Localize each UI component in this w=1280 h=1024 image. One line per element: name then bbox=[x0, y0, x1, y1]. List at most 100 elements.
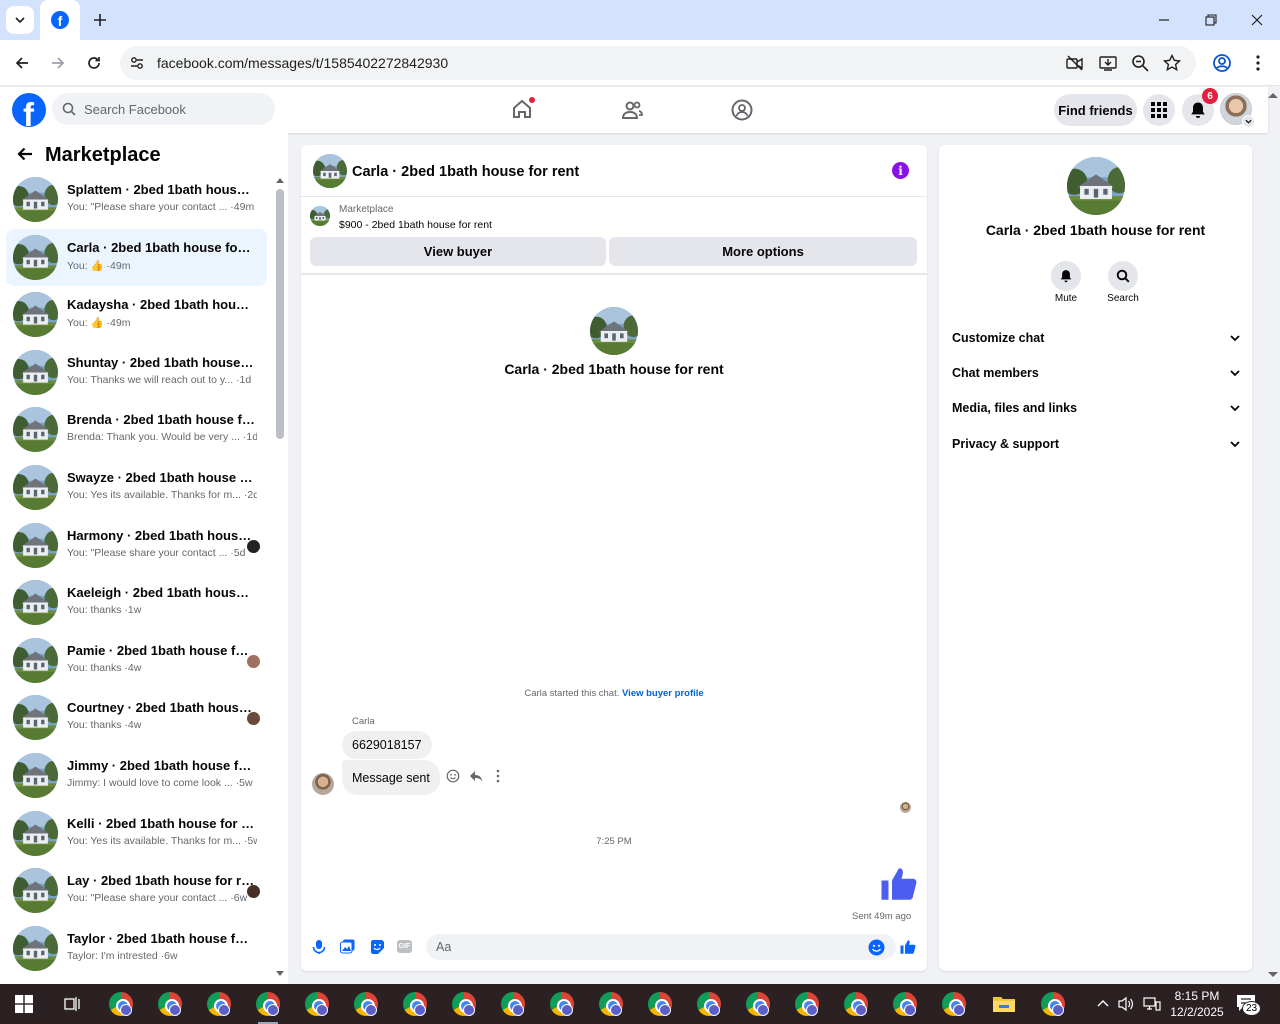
tab-facebook[interactable]: f bbox=[40, 0, 80, 40]
volume-icon[interactable] bbox=[1118, 996, 1134, 1012]
start-button[interactable] bbox=[4, 988, 44, 1020]
reply-icon[interactable] bbox=[469, 769, 483, 783]
minimize-button[interactable] bbox=[1150, 6, 1178, 34]
tab-search-button[interactable] bbox=[6, 6, 34, 34]
section-privacy-support[interactable]: Privacy & support bbox=[952, 437, 1240, 451]
taskbar-chrome-window[interactable] bbox=[297, 988, 337, 1020]
sender-avatar[interactable] bbox=[312, 773, 334, 795]
react-emoji-icon[interactable] bbox=[446, 769, 460, 783]
forward-button[interactable] bbox=[44, 49, 72, 77]
back-button[interactable] bbox=[8, 49, 36, 77]
view-buyer-profile-link[interactable]: View buyer profile bbox=[622, 688, 704, 699]
task-view-button[interactable] bbox=[52, 988, 92, 1020]
conversation-item[interactable]: Shuntay · 2bed 1bath house for rent You: … bbox=[6, 344, 267, 401]
message-input[interactable]: Aa bbox=[426, 934, 896, 960]
conversation-info-icon[interactable]: i bbox=[892, 162, 909, 179]
nav-friends[interactable] bbox=[620, 98, 644, 122]
account-avatar[interactable] bbox=[1220, 93, 1255, 128]
taskbar-chrome-window[interactable] bbox=[738, 988, 778, 1020]
more-vertical-icon[interactable] bbox=[496, 769, 500, 783]
more-options-button[interactable]: More options bbox=[609, 237, 917, 266]
taskbar-chrome-window[interactable] bbox=[444, 988, 484, 1020]
conversation-item[interactable]: Pamie · 2bed 1bath house for rent You: th… bbox=[6, 632, 267, 689]
notifications-button[interactable]: 6 bbox=[1182, 88, 1218, 126]
notification-center-button[interactable]: 23 bbox=[1236, 994, 1261, 1016]
conversation-item[interactable]: Swayze · 2bed 1bath house for rent You: Y… bbox=[6, 459, 267, 516]
taskbar-chrome-window[interactable] bbox=[885, 988, 925, 1020]
page-scroll-up-icon[interactable] bbox=[1268, 92, 1278, 98]
new-tab-button[interactable] bbox=[86, 6, 114, 34]
clock[interactable]: 8:15 PM 12/2/2025 bbox=[1170, 988, 1224, 1020]
section-chat-members[interactable]: Chat members bbox=[952, 366, 1240, 380]
find-friends-button[interactable]: Find friends bbox=[1054, 94, 1137, 126]
listing-description[interactable]: $900 - 2bed 1bath house for rent bbox=[339, 219, 492, 231]
browser-menu-button[interactable] bbox=[1244, 49, 1272, 77]
facebook-search-input[interactable]: Search Facebook bbox=[52, 93, 275, 125]
gif-icon[interactable]: GIF bbox=[397, 940, 412, 953]
taskbar-chrome-window[interactable] bbox=[199, 988, 239, 1020]
conversation-item[interactable]: Jimmy · 2bed 1bath house for rent Jimmy: … bbox=[6, 747, 267, 804]
taskbar-chrome-window[interactable] bbox=[689, 988, 729, 1020]
taskbar-chrome-window[interactable] bbox=[836, 988, 876, 1020]
conversation-item[interactable]: Carla · 2bed 1bath house for rent You: 👍 … bbox=[6, 228, 267, 286]
conversation-item[interactable]: Harmony · 2bed 1bath house for rent You: … bbox=[6, 517, 267, 574]
message-bubble[interactable]: Message sent bbox=[342, 760, 440, 795]
microphone-icon[interactable] bbox=[312, 939, 326, 955]
taskbar-chrome-window[interactable] bbox=[101, 988, 141, 1020]
taskbar-chrome-window[interactable] bbox=[493, 988, 533, 1020]
taskbar-chrome-window[interactable] bbox=[150, 988, 190, 1020]
url-text[interactable]: facebook.com/messages/t/1585402272842930 bbox=[157, 55, 448, 71]
chevron-up-icon[interactable] bbox=[1097, 999, 1109, 1007]
sticker-icon[interactable] bbox=[369, 939, 385, 955]
facebook-logo-icon[interactable]: f bbox=[12, 93, 46, 127]
close-window-button[interactable] bbox=[1243, 6, 1271, 34]
taskbar-chrome-window[interactable] bbox=[934, 988, 974, 1020]
install-app-icon[interactable] bbox=[1099, 54, 1117, 72]
bookmark-star-icon[interactable] bbox=[1163, 54, 1181, 72]
taskbar-chrome-window[interactable] bbox=[248, 988, 288, 1024]
taskbar-chrome-window[interactable] bbox=[1033, 988, 1073, 1020]
file-explorer-button[interactable] bbox=[984, 988, 1024, 1020]
network-icon[interactable] bbox=[1143, 996, 1161, 1012]
search-in-chat-button[interactable] bbox=[1108, 261, 1138, 291]
reload-button[interactable] bbox=[80, 49, 108, 77]
conversation-item[interactable]: Lay · 2bed 1bath house for rent You: "Ple… bbox=[6, 862, 267, 919]
profile-button[interactable] bbox=[1208, 49, 1236, 77]
menu-button[interactable] bbox=[1143, 94, 1175, 126]
section-media-files-links[interactable]: Media, files and links bbox=[952, 401, 1240, 415]
back-to-marketplace-button[interactable] bbox=[11, 140, 39, 168]
nav-groups[interactable] bbox=[730, 98, 754, 122]
conversation-item[interactable]: Kadaysha · 2bed 1bath house for rent You:… bbox=[6, 286, 267, 343]
view-buyer-button[interactable]: View buyer bbox=[310, 237, 606, 266]
conversation-item[interactable]: Splattem · 2bed 1bath house for rent You:… bbox=[6, 171, 267, 228]
chat-header-avatar[interactable] bbox=[313, 154, 347, 188]
info-avatar[interactable] bbox=[1067, 157, 1125, 215]
conversation-item[interactable]: Brenda · 2bed 1bath house for rent Brenda… bbox=[6, 401, 267, 458]
camera-blocked-icon[interactable] bbox=[1066, 55, 1084, 71]
taskbar-chrome-window[interactable] bbox=[640, 988, 680, 1020]
emoji-picker-icon[interactable] bbox=[868, 939, 885, 956]
taskbar-chrome-window[interactable] bbox=[542, 988, 582, 1020]
site-settings-icon[interactable] bbox=[129, 55, 145, 71]
taskbar-chrome-window[interactable] bbox=[395, 988, 435, 1020]
conversation-item[interactable]: Kaeleigh · 2bed 1bath house for rent You:… bbox=[6, 574, 267, 631]
omnibox[interactable]: facebook.com/messages/t/1585402272842930 bbox=[120, 46, 1196, 80]
taskbar-chrome-window[interactable] bbox=[346, 988, 386, 1020]
zoom-icon[interactable] bbox=[1131, 54, 1149, 72]
sidebar-scrollbar[interactable] bbox=[276, 189, 284, 439]
taskbar-chrome-window[interactable] bbox=[787, 988, 827, 1020]
like-thumb-icon[interactable] bbox=[878, 863, 920, 905]
conversation-item[interactable]: Courtney · 2bed 1bath house for rent You:… bbox=[6, 689, 267, 746]
restore-button[interactable] bbox=[1197, 6, 1225, 34]
mute-button[interactable] bbox=[1051, 261, 1081, 291]
page-scroll-down-icon[interactable] bbox=[1268, 972, 1278, 978]
photo-icon[interactable] bbox=[340, 939, 355, 954]
nav-home[interactable] bbox=[510, 97, 536, 123]
message-bubble[interactable]: 6629018157 bbox=[342, 731, 432, 759]
taskbar-chrome-window[interactable] bbox=[591, 988, 631, 1020]
scroll-down-arrow-icon[interactable] bbox=[276, 971, 284, 977]
section-customize-chat[interactable]: Customize chat bbox=[952, 331, 1240, 345]
send-like-icon[interactable] bbox=[899, 938, 917, 956]
scroll-up-arrow-icon[interactable] bbox=[276, 177, 284, 183]
chat-header-title[interactable]: Carla · 2bed 1bath house for rent bbox=[352, 164, 579, 180]
